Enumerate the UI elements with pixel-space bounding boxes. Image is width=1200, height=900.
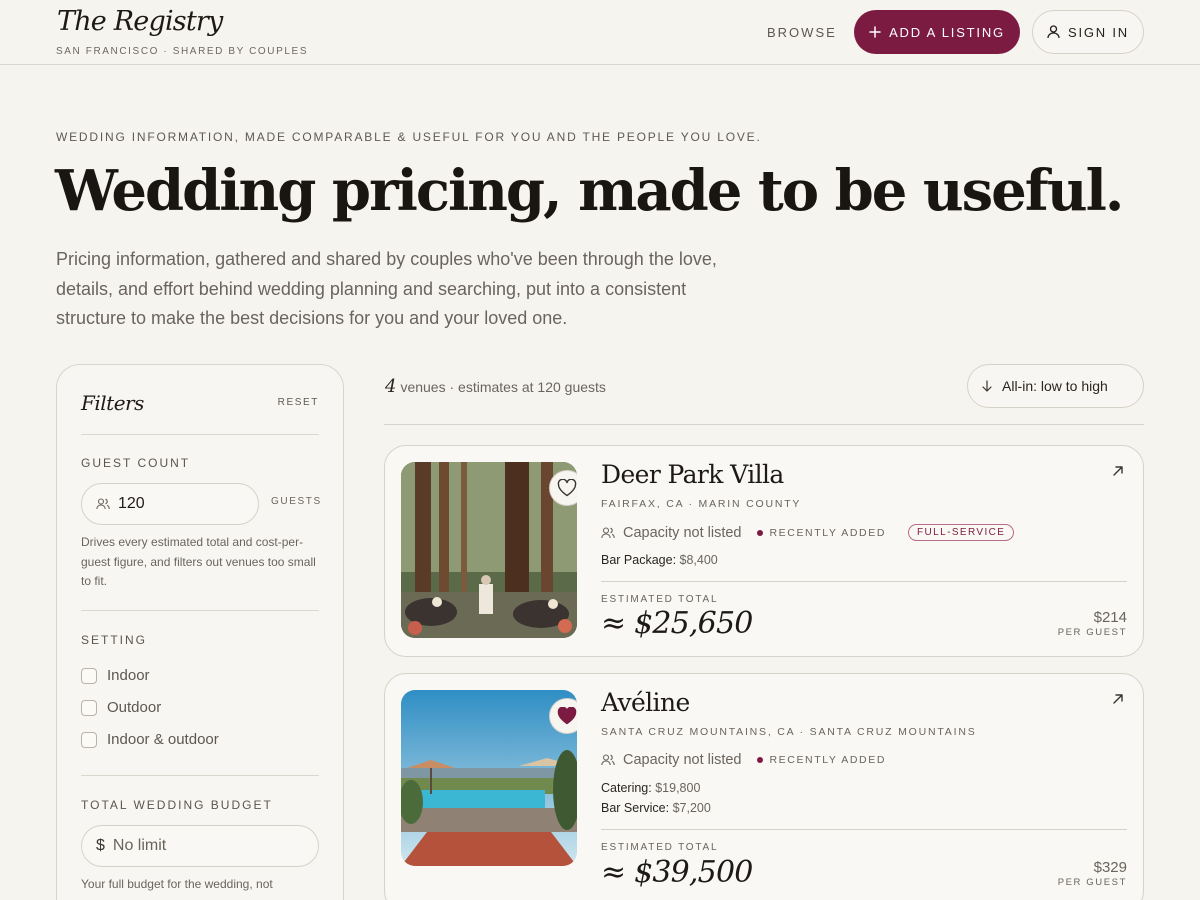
cost-line: Bar Package: $8,400 [601, 553, 718, 567]
budget-label: TOTAL WEDDING BUDGET [81, 798, 273, 812]
option-label: Outdoor [107, 699, 162, 716]
per-guest-label: PER GUEST [1057, 627, 1127, 638]
venue-photo[interactable] [401, 690, 577, 866]
setting-option-indoor-outdoor[interactable]: Indoor & outdoor [81, 731, 219, 748]
card-divider [601, 581, 1127, 582]
venue-location: SANTA CRUZ MOUNTAINS, CA · SANTA CRUZ MO… [601, 726, 977, 738]
external-link-icon[interactable] [1111, 692, 1125, 706]
cost-value: $19,800 [655, 781, 701, 795]
brand-logo[interactable]: The Registry [57, 6, 223, 37]
budget-help: Your full budget for the wedding, not [81, 877, 273, 891]
capacity-text: Capacity not listed [623, 524, 742, 541]
cost-value: $8,400 [679, 553, 718, 567]
budget-placeholder: No limit [112, 837, 167, 854]
divider [81, 434, 319, 435]
results-divider [384, 424, 1144, 425]
hero-eyebrow: WEDDING INFORMATION, MADE COMPARABLE & U… [56, 130, 762, 144]
estimated-total-value: ≈ $39,500 [601, 855, 753, 890]
venue-location: FAIRFAX, CA · MARIN COUNTY [601, 498, 802, 510]
results-count: 4 venues · estimates at 120 guests [385, 376, 606, 397]
cost-label: Bar Package: [601, 553, 677, 567]
per-guest-label: PER GUEST [1057, 877, 1127, 888]
divider [81, 775, 319, 776]
hero-title: Wedding pricing, made to be useful. [55, 158, 1124, 224]
guests-suffix: GUESTS [271, 496, 322, 507]
setting-option-indoor[interactable]: Indoor [81, 667, 150, 684]
cost-value: $7,200 [672, 801, 711, 815]
estimated-total-label: ESTIMATED TOTAL [601, 842, 719, 853]
dollar-icon: $ [96, 837, 105, 854]
guest-count-value: 120 [118, 495, 145, 512]
add-listing-label: ADD A LISTING [889, 24, 1005, 40]
heart-icon [557, 479, 577, 497]
people-icon [601, 526, 615, 538]
card-divider [601, 829, 1127, 830]
setting-label: SETTING [81, 633, 148, 647]
estimated-total-label: ESTIMATED TOTAL [601, 594, 719, 605]
plus-icon [869, 26, 881, 38]
guest-count-input[interactable]: 120 [81, 483, 259, 525]
setting-option-outdoor[interactable]: Outdoor [81, 699, 161, 716]
capacity-text: Capacity not listed [623, 752, 742, 768]
people-icon [601, 754, 615, 766]
external-link-icon[interactable] [1111, 464, 1125, 478]
venue-meta: Capacity not listed RECENTLY ADDED FULL-… [601, 524, 1015, 541]
people-icon [96, 498, 110, 510]
status-dot [757, 529, 764, 536]
sort-dropdown[interactable]: All-in: low to high [967, 364, 1144, 408]
guest-count-label: GUEST COUNT [81, 456, 191, 470]
venue-card[interactable]: Deer Park Villa FAIRFAX, CA · MARIN COUN… [384, 445, 1144, 657]
recently-added-badge: RECENTLY ADDED [757, 527, 886, 539]
cost-line: Bar Service: $7,200 [601, 801, 711, 815]
heart-filled-icon [557, 707, 577, 725]
option-label: Indoor & outdoor [107, 731, 219, 748]
divider [81, 610, 319, 611]
arrow-down-icon [982, 380, 992, 392]
per-guest-amount: $214 [1093, 609, 1127, 626]
brand-tagline: SAN FRANCISCO · SHARED BY COUPLES [56, 46, 309, 57]
venue-name[interactable]: Avéline [601, 688, 690, 717]
guest-count-help: Drives every estimated total and cost-pe… [81, 535, 316, 588]
filters-title: Filters [81, 391, 144, 415]
recently-added-label: RECENTLY ADDED [769, 526, 887, 539]
add-listing-button[interactable]: ADD A LISTING [854, 10, 1020, 54]
per-guest-amount: $329 [1093, 859, 1127, 876]
option-label: Indoor [107, 667, 150, 684]
reset-filters-button[interactable]: RESET [278, 397, 319, 408]
checkbox[interactable] [81, 667, 97, 684]
cost-label: Bar Service: [601, 801, 670, 815]
filters-panel: Filters RESET GUEST COUNT 120 GUESTS Dri… [56, 364, 344, 900]
cost-label: Catering: [601, 781, 652, 795]
estimated-total-value: ≈ $25,650 [601, 606, 753, 641]
checkbox[interactable] [81, 731, 97, 748]
status-dot [757, 757, 764, 763]
recently-added-badge: RECENTLY ADDED [757, 754, 886, 766]
cost-line: Catering: $19,800 [601, 781, 700, 795]
recently-added-label: RECENTLY ADDED [769, 754, 887, 766]
per-guest-cost: $329 PER GUEST [1058, 859, 1127, 888]
service-tag: FULL-SERVICE [908, 524, 1015, 541]
checkbox[interactable] [81, 699, 97, 716]
sign-in-button[interactable]: SIGN IN [1032, 10, 1144, 54]
venue-photo[interactable] [401, 462, 577, 638]
results-summary: venues · estimates at 120 guests [400, 379, 606, 395]
user-icon [1047, 25, 1060, 39]
venue-card[interactable]: Avéline SANTA CRUZ MOUNTAINS, CA · SANTA… [384, 673, 1144, 900]
top-navigation-bar: The Registry SAN FRANCISCO · SHARED BY C… [0, 0, 1200, 65]
budget-input[interactable]: $ No limit [81, 825, 319, 867]
venue-name[interactable]: Deer Park Villa [601, 460, 784, 489]
sign-in-label: SIGN IN [1068, 24, 1129, 40]
sort-label: All-in: low to high [1002, 378, 1108, 394]
venue-meta: Capacity not listed RECENTLY ADDED [601, 752, 886, 768]
favorite-button[interactable] [549, 698, 577, 734]
browse-link[interactable]: BROWSE [767, 25, 837, 40]
per-guest-cost: $214 PER GUEST [1058, 609, 1127, 638]
venue-count: 4 [385, 376, 397, 397]
hero-subtitle: Pricing information, gathered and shared… [56, 249, 717, 328]
favorite-button[interactable] [549, 470, 577, 506]
